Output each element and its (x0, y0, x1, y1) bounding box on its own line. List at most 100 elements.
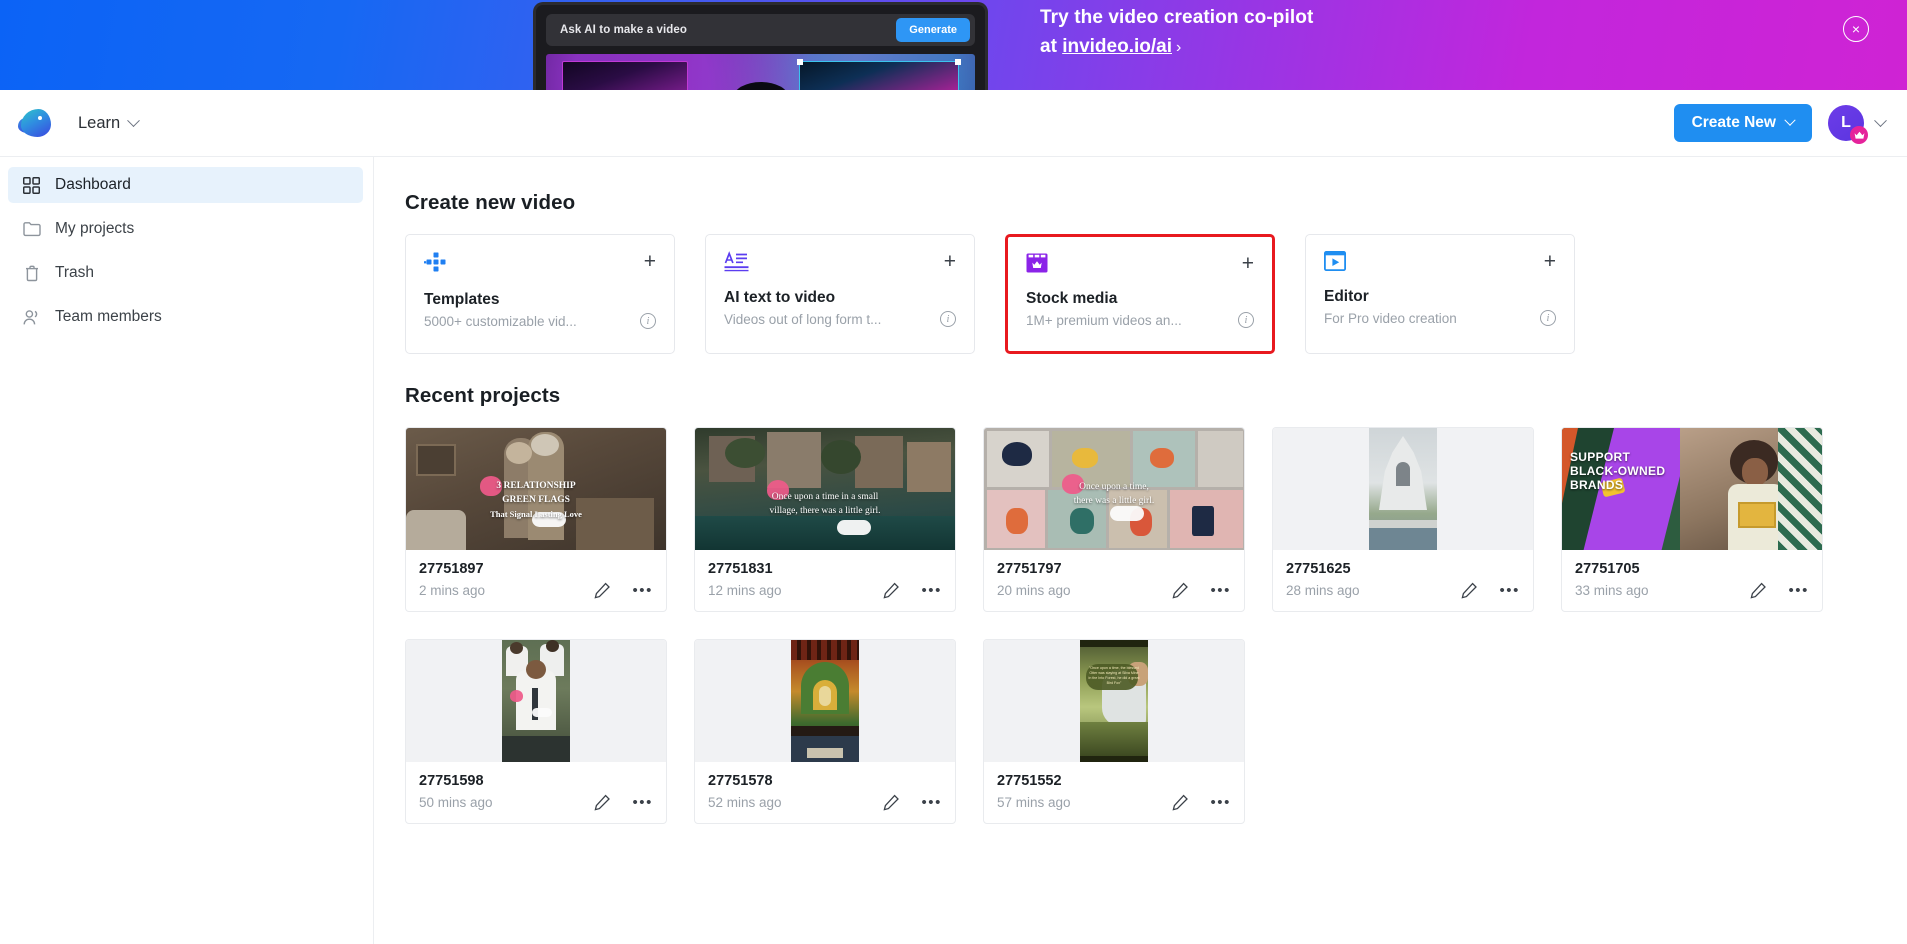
sidebar-item-my-projects[interactable]: My projects (8, 211, 363, 247)
add-icon[interactable]: + (1544, 251, 1556, 272)
more-dots-icon[interactable]: ••• (921, 583, 942, 598)
promo-ai-input-placeholder: Ask AI to make a video (560, 24, 688, 36)
pencil-icon[interactable] (594, 582, 611, 599)
project-thumbnail[interactable] (1273, 428, 1533, 550)
grid-icon (22, 176, 41, 195)
chevron-down-icon (1784, 114, 1796, 126)
sidebar-item-label: My projects (55, 220, 135, 237)
promo-copy: Try the video creation co-pilot at invid… (1040, 5, 1313, 61)
promo-banner: Ask AI to make a video Generate Try the … (0, 0, 1907, 90)
project-card[interactable]: 3 RELATIONSHIP GREEN FLAGS That Signal Las… (405, 427, 667, 612)
project-thumbnail[interactable] (695, 640, 955, 762)
logo-shape-a (21, 109, 51, 137)
create-card-subtitle: 1M+ premium videos an... (1026, 312, 1182, 328)
project-name: 27751797 (997, 561, 1062, 577)
promo-generate-button[interactable]: Generate (896, 18, 970, 42)
project-card[interactable]: Once upon a time in a small village, ther… (694, 427, 956, 612)
sidebar-item-dashboard[interactable]: Dashboard (8, 167, 363, 203)
selection-handle-icon (955, 59, 961, 65)
info-icon[interactable]: i (940, 311, 956, 327)
top-navigation-right: Create New L (1673, 104, 1887, 144)
project-name: 27751598 (419, 773, 484, 789)
project-card[interactable]: 27751578 52 mins ago ••• (694, 639, 956, 824)
info-icon[interactable]: i (640, 313, 656, 329)
more-dots-icon[interactable]: ••• (1499, 583, 1520, 598)
add-icon[interactable]: + (1242, 253, 1254, 274)
project-timestamp: 28 mins ago (1286, 583, 1360, 598)
project-thumbnail[interactable]: 3 RELATIONSHIP GREEN FLAGS That Signal Las… (406, 428, 666, 550)
project-card[interactable]: SUPPORT BLACK-OWNED BRANDS 27751705 33 min… (1561, 427, 1823, 612)
project-thumbnail[interactable]: SUPPORT BLACK-OWNED BRANDS (1562, 428, 1822, 550)
preview-thumb-right (797, 59, 961, 90)
project-thumbnail[interactable]: Once upon a time, there was a little girl… (984, 428, 1244, 550)
templates-icon (424, 251, 448, 275)
avatar[interactable]: L (1828, 105, 1868, 144)
create-card-subtitle: Videos out of long form t... (724, 311, 882, 327)
create-card-templates[interactable]: + Templates 5000+ customizable vid... i (405, 234, 675, 354)
thumbnail-portrait-art (791, 640, 859, 762)
promo-link[interactable]: invideo.io/ai (1062, 36, 1172, 57)
pencil-icon[interactable] (1172, 794, 1189, 811)
create-new-video-title: Create new video (405, 191, 576, 214)
project-thumbnail[interactable] (406, 640, 666, 762)
recent-projects-grid: 3 RELATIONSHIP GREEN FLAGS That Signal Las… (405, 427, 1907, 824)
more-dots-icon[interactable]: ••• (1210, 583, 1231, 598)
thumbnail-caption: "Once upon a time, the blessed Otter was… (1088, 666, 1140, 685)
promo-preview-art (546, 54, 975, 90)
thumbnail-caption: Once upon a time in a small village, ther… (769, 492, 881, 517)
chevron-down-icon (127, 113, 141, 127)
create-card-subtitle: 5000+ customizable vid... (424, 313, 577, 329)
promo-device-mockup: Ask AI to make a video Generate (533, 2, 988, 90)
project-name: 27751705 (1575, 561, 1640, 577)
project-timestamp: 33 mins ago (1575, 583, 1649, 598)
account-menu[interactable]: L (1828, 105, 1887, 144)
info-icon[interactable]: i (1238, 312, 1254, 328)
project-card[interactable]: Once upon a time, there was a little girl… (983, 427, 1245, 612)
info-icon[interactable]: i (1540, 310, 1556, 326)
main-content: Create new video + Templates 5000+ custo… (374, 157, 1907, 944)
chevron-down-icon (1874, 113, 1887, 127)
create-card-ai-text-to-video[interactable]: + AI text to video Videos out of long fo… (705, 234, 975, 354)
sidebar-item-team-members[interactable]: Team members (8, 299, 363, 335)
learn-menu[interactable]: Learn (78, 113, 141, 133)
pencil-icon[interactable] (594, 794, 611, 811)
sidebar-item-trash[interactable]: Trash (8, 255, 363, 291)
thumbnail-caption: 3 RELATIONSHIP GREEN FLAGS That Signal Las… (490, 481, 582, 519)
thumbnail-portrait-art: "Once upon a time, the blessed Otter was… (1080, 640, 1148, 762)
project-timestamp: 20 mins ago (997, 583, 1071, 598)
close-icon[interactable]: × (1843, 16, 1869, 42)
trash-icon (22, 264, 41, 283)
project-name: 27751578 (708, 773, 773, 789)
create-card-stock-media[interactable]: + Stock media 1M+ premium videos an... i (1005, 234, 1275, 354)
more-dots-icon[interactable]: ••• (921, 795, 942, 810)
project-card[interactable]: "Once upon a time, the blessed Otter was… (983, 639, 1245, 824)
create-card-title: AI text to video (724, 289, 836, 306)
pencil-icon[interactable] (1461, 582, 1478, 599)
create-card-title: Editor (1324, 288, 1369, 305)
project-card[interactable]: 27751625 28 mins ago ••• (1272, 427, 1534, 612)
more-dots-icon[interactable]: ••• (632, 795, 653, 810)
preview-thumb-left (562, 61, 688, 90)
sidebar-item-label: Dashboard (55, 176, 131, 193)
add-icon[interactable]: + (944, 251, 956, 272)
more-dots-icon[interactable]: ••• (632, 583, 653, 598)
sidebar: Dashboard My projects Trash Team members (0, 157, 374, 944)
create-new-button[interactable]: Create New (1673, 104, 1812, 142)
pencil-icon[interactable] (1750, 582, 1767, 599)
pencil-icon[interactable] (1172, 582, 1189, 599)
avatar-initial: L (1841, 114, 1851, 131)
brand-logo-icon[interactable] (18, 104, 56, 142)
pencil-icon[interactable] (883, 794, 900, 811)
promo-ai-bar: Ask AI to make a video Generate (546, 14, 975, 46)
project-thumbnail[interactable]: "Once upon a time, the blessed Otter was… (984, 640, 1244, 762)
project-card[interactable]: 27751598 50 mins ago ••• (405, 639, 667, 824)
promo-headline-line1: Try the video creation co-pilot (1040, 7, 1314, 28)
promo-headline-line2: at invideo.io/ai › (1040, 34, 1313, 61)
create-card-subtitle: For Pro video creation (1324, 310, 1457, 326)
more-dots-icon[interactable]: ••• (1788, 583, 1809, 598)
more-dots-icon[interactable]: ••• (1210, 795, 1231, 810)
add-icon[interactable]: + (644, 251, 656, 272)
pencil-icon[interactable] (883, 582, 900, 599)
create-card-editor[interactable]: + Editor For Pro video creation i (1305, 234, 1575, 354)
project-thumbnail[interactable]: Once upon a time in a small village, ther… (695, 428, 955, 550)
